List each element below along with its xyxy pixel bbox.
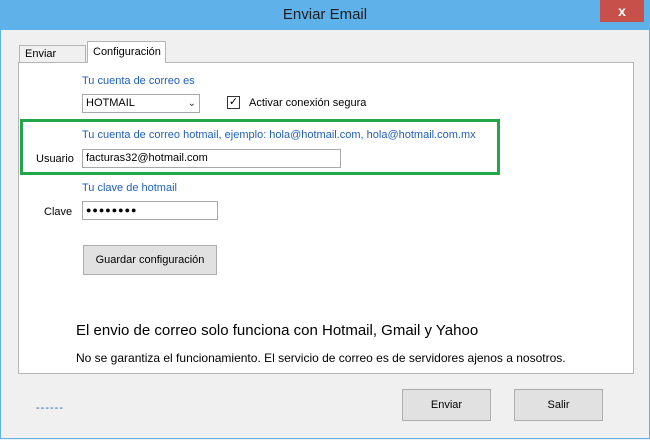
password-field[interactable]: ●●●●●●●● — [82, 201, 218, 220]
secure-connection-checkbox[interactable]: ✓ — [227, 96, 240, 109]
provider-value: HOTMAIL — [86, 97, 135, 109]
password-label: Clave — [44, 206, 73, 218]
provider-select[interactable]: HOTMAIL ⌄ — [82, 94, 200, 113]
notice-main: El envio de correo solo funciona con Hot… — [76, 322, 479, 339]
tab-enviar-email[interactable]: Enviar email — [19, 45, 86, 76]
user-label: Usuario — [36, 153, 74, 165]
status-indicator: ------ — [36, 402, 64, 414]
secure-connection-label[interactable]: Activar conexión segura — [249, 97, 366, 109]
notice-sub: No se garantiza el funcionamiento. El se… — [76, 351, 566, 365]
exit-button[interactable]: Salir — [514, 389, 603, 421]
window-title: Enviar Email — [282, 6, 368, 23]
window-titlebar: Enviar Email x — [0, 0, 650, 30]
user-field[interactable]: facturas32@hotmail.com — [82, 149, 341, 168]
password-hint: Tu clave de hotmail — [82, 182, 177, 194]
chevron-down-icon: ⌄ — [187, 98, 196, 109]
tab-configuracion[interactable]: Configuración — [87, 41, 166, 63]
close-icon[interactable]: x — [600, 0, 644, 22]
account-hint: Tu cuenta de correo es — [82, 75, 195, 87]
send-button[interactable]: Enviar — [402, 389, 491, 421]
example-hint: Tu cuenta de correo hotmail, ejemplo: ho… — [82, 129, 476, 141]
save-config-button[interactable]: Guardar configuración — [83, 245, 217, 275]
